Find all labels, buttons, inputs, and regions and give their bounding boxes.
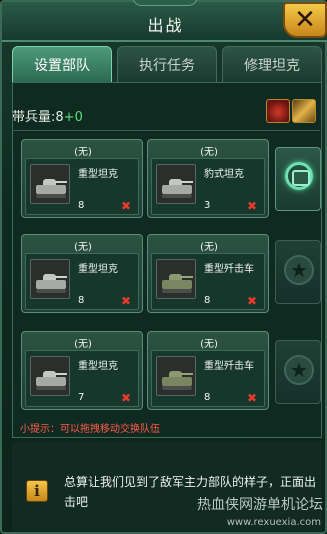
tank-count: 7	[78, 392, 85, 403]
tank-icon	[30, 356, 70, 396]
tab-repair-tanks[interactable]: 修理坦克	[222, 46, 322, 82]
slot-header: (无)	[74, 242, 92, 253]
slot-header: (无)	[74, 339, 92, 350]
scroll-item-icon[interactable]	[292, 99, 316, 123]
potion-item-icon[interactable]	[266, 99, 290, 123]
troop-slot-6[interactable]: (无) 重型歼击车 8 ✖	[147, 331, 269, 410]
title-bar: 出战 ✕	[2, 0, 327, 42]
tank-count: 3	[204, 200, 211, 211]
tank-name: 重型坦克	[78, 264, 118, 275]
watermark-url: www.rexuexia.com	[226, 517, 321, 528]
tank-name: 重型坦克	[78, 169, 118, 180]
tank-name: 重型歼击车	[204, 264, 254, 275]
close-button[interactable]: ✕	[283, 2, 327, 38]
tank-name: 重型坦克	[78, 361, 118, 372]
slot-body: 重型坦克 8 ✖	[25, 253, 139, 310]
slot-body: 重型坦克 7 ✖	[25, 350, 139, 407]
tab-set-troops[interactable]: 设置部队	[12, 46, 112, 82]
tab-execute-mission[interactable]: 执行任务	[117, 46, 217, 82]
remove-icon[interactable]: ✖	[247, 294, 257, 308]
remove-icon[interactable]: ✖	[121, 391, 131, 405]
window-title: 出战	[147, 16, 184, 35]
title-ornament	[132, 0, 198, 6]
troop-slot-2[interactable]: (无) 豹式坦克 3 ✖	[147, 139, 269, 218]
slot-body: 重型坦克 8 ✖	[25, 158, 139, 215]
slot-body: 重型歼击车 8 ✖	[151, 350, 265, 407]
troop-capacity-bonus: +0	[63, 110, 83, 125]
tank-icon	[30, 259, 70, 299]
tank-icon	[156, 164, 196, 204]
slot-header: (无)	[200, 242, 218, 253]
troop-slot-1[interactable]: (无) 重型坦克 8 ✖	[21, 139, 143, 218]
tab-bar: 设置部队 执行任务 修理坦克	[12, 46, 322, 82]
sortie-window: 出战 ✕ 设置部队 执行任务 修理坦克 带兵量:8+0 (无) 重型坦克 8 ✖…	[0, 0, 327, 534]
troop-capacity-base: 8	[55, 110, 64, 125]
slot-body: 豹式坦克 3 ✖	[151, 158, 265, 215]
tank-count: 8	[78, 295, 85, 306]
remove-icon[interactable]: ✖	[121, 199, 131, 213]
remove-icon[interactable]: ✖	[247, 199, 257, 213]
watermark: 热血侠网游单机论坛	[197, 497, 323, 513]
hint-text: 小提示：可以拖拽移动交换队伍	[20, 424, 160, 435]
tank-icon	[156, 356, 196, 396]
star-icon: ★	[284, 255, 314, 285]
tank-count: 8	[204, 392, 211, 403]
close-icon: ✕	[294, 5, 316, 35]
tank-name: 豹式坦克	[204, 169, 244, 180]
tank-count: 8	[204, 295, 211, 306]
troop-capacity: 带兵量:8+0	[12, 106, 83, 125]
tank-icon	[156, 259, 196, 299]
troop-slot-5[interactable]: (无) 重型坦克 7 ✖	[21, 331, 143, 410]
slot-header: (无)	[200, 147, 218, 158]
troop-slot-4[interactable]: (无) 重型歼击车 8 ✖	[147, 234, 269, 313]
troop-capacity-label: 带兵量:	[12, 110, 56, 125]
formation-icon	[285, 162, 313, 190]
slot-body: 重型歼击车 8 ✖	[151, 253, 265, 310]
star-icon: ★	[284, 355, 314, 385]
slot-header: (无)	[74, 147, 92, 158]
remove-icon[interactable]: ✖	[121, 294, 131, 308]
slot-header: (无)	[200, 339, 218, 350]
remove-icon[interactable]: ✖	[247, 391, 257, 405]
locked-formation-slot[interactable]: ★	[275, 340, 321, 404]
formation-button[interactable]	[275, 147, 321, 211]
tank-icon	[30, 164, 70, 204]
tank-name: 重型歼击车	[204, 361, 254, 372]
troop-slot-3[interactable]: (无) 重型坦克 8 ✖	[21, 234, 143, 313]
tank-count: 8	[78, 200, 85, 211]
info-icon: i	[26, 480, 48, 502]
locked-formation-slot[interactable]: ★	[275, 240, 321, 304]
divider	[12, 130, 320, 131]
